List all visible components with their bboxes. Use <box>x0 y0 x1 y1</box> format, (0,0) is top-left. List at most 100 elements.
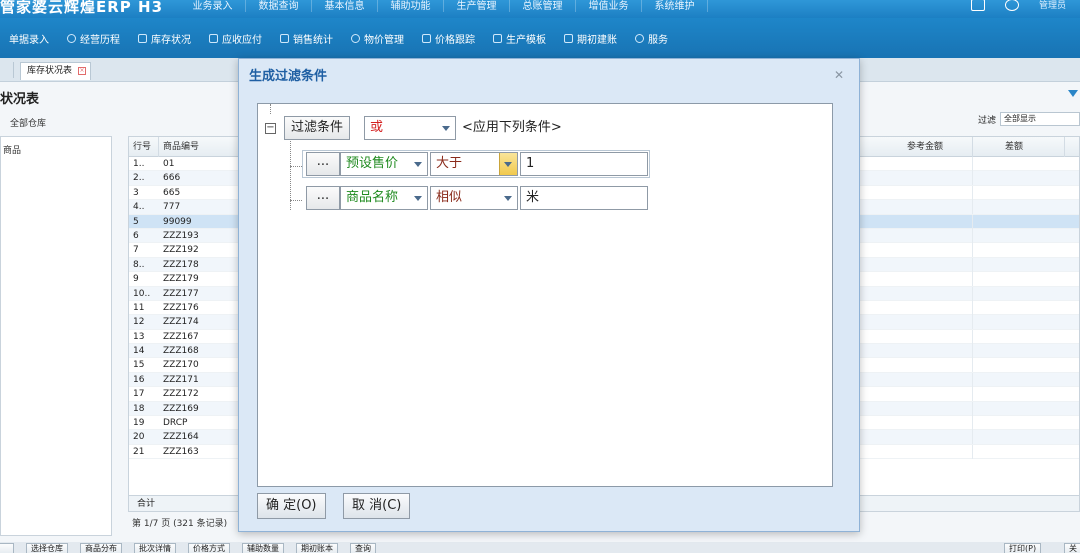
collapse-icon[interactable]: − <box>265 123 276 134</box>
cell-divider <box>973 215 1079 229</box>
toolbar-price-track[interactable]: 价格跟踪 <box>413 18 484 58</box>
cell-divider <box>861 200 973 215</box>
cell-product-code: ZZZ169 <box>163 403 199 414</box>
chevron-down-icon <box>504 196 512 201</box>
toolbar-label: 库存状况 <box>151 34 191 46</box>
topnav-item[interactable]: 数据查询 <box>246 0 312 12</box>
ledger-icon <box>209 33 218 43</box>
toolbar-sales-stats[interactable]: 销售统计 <box>271 18 342 58</box>
ok-button[interactable]: 确 定(O) <box>257 493 326 519</box>
cell-divider <box>973 330 1079 344</box>
cell-divider <box>973 272 1079 286</box>
close-button[interactable]: 关 <box>1064 543 1080 553</box>
bottom-button[interactable]: 辅助数量 <box>242 543 284 553</box>
topnav-item[interactable]: 基本信息 <box>312 0 378 12</box>
tree-line <box>290 200 302 201</box>
tab-stock-report[interactable]: 库存状况表 × <box>20 62 92 80</box>
tree-line <box>290 166 302 167</box>
price-icon <box>351 33 360 43</box>
topnav-item[interactable]: 生产管理 <box>444 0 510 12</box>
operator-select[interactable]: 相似 <box>430 186 518 210</box>
condition-more-button[interactable]: ... <box>306 186 340 210</box>
cell-row-no: 8.. <box>133 259 145 270</box>
topnav-item[interactable]: 增值业务 <box>576 0 642 12</box>
value-input[interactable]: 1 <box>520 152 648 176</box>
cell-row-no: 14 <box>133 346 145 357</box>
dropdown-button[interactable] <box>499 153 517 175</box>
field-select[interactable]: 商品名称 <box>340 186 428 210</box>
root-condition-label[interactable]: 过滤条件 <box>284 116 351 140</box>
bottom-button[interactable]: 选择仓库 <box>26 543 68 553</box>
col-difference[interactable]: 差额 <box>973 137 1065 157</box>
chevron-down-icon <box>442 126 450 131</box>
user-icon[interactable] <box>1004 0 1019 11</box>
cell-product-code: ZZZ170 <box>163 360 199 371</box>
cell-row-no: 11 <box>133 302 145 313</box>
close-icon[interactable]: × <box>78 67 87 75</box>
message-icon[interactable] <box>970 0 985 11</box>
toolbar-service[interactable]: 服务 <box>626 18 677 58</box>
chevron-down-icon <box>414 196 422 201</box>
cell-divider <box>861 272 973 287</box>
cell-divider <box>861 286 973 301</box>
cell-row-no: 3 <box>133 187 139 198</box>
box-icon <box>138 33 147 43</box>
cell-divider <box>973 171 1079 185</box>
toolbar-price-mgmt[interactable]: 物价管理 <box>342 18 413 58</box>
tab-previous[interactable] <box>0 62 14 78</box>
toolbar-label: 销售统计 <box>293 34 333 46</box>
toolbar-stock[interactable]: 库存状况 <box>129 18 200 58</box>
topnav-item[interactable]: 辅助功能 <box>378 0 444 12</box>
cell-product-code: ZZZ164 <box>163 432 199 443</box>
cell-divider <box>861 387 973 402</box>
bottom-button[interactable]: 批次详情 <box>134 543 176 553</box>
bottom-button[interactable]: 价格方式 <box>188 543 230 553</box>
toolbar-label: 物价管理 <box>364 34 404 46</box>
toolbar-history[interactable]: 经营历程 <box>58 18 129 58</box>
cell-row-no: 5 <box>133 216 139 227</box>
warehouse-filter[interactable]: 全部仓库 <box>10 116 46 129</box>
toolbar-label: 生产模板 <box>506 34 546 46</box>
cell-product-code: ZZZ163 <box>163 446 199 457</box>
cell-divider <box>973 416 1079 430</box>
filter-funnel-icon[interactable] <box>1068 90 1078 97</box>
logic-select[interactable]: 或 <box>364 116 456 140</box>
cell-divider <box>861 300 973 315</box>
operator-select[interactable]: 大于 <box>430 152 518 176</box>
topnav-item[interactable]: 总账管理 <box>510 0 576 12</box>
topnav-item[interactable]: 系统维护 <box>642 0 708 12</box>
condition-more-button[interactable]: ... <box>306 152 340 176</box>
value-input[interactable]: 米 <box>520 186 648 210</box>
toolbar-receivables[interactable]: 应收应付 <box>200 18 271 58</box>
toolbar-label: 经营历程 <box>80 34 120 46</box>
bottom-button[interactable] <box>0 543 14 553</box>
print-button[interactable]: 打印(P) <box>1004 543 1042 553</box>
cell-product-code: ZZZ171 <box>163 374 199 385</box>
cell-product-code: 01 <box>163 159 175 169</box>
bottom-button[interactable]: 商品分布 <box>80 543 122 553</box>
close-icon[interactable]: ✕ <box>833 69 845 81</box>
cell-row-no: 19 <box>133 418 145 429</box>
toolbar-production-template[interactable]: 生产模板 <box>484 18 555 58</box>
user-name[interactable]: 管理员 <box>1039 0 1066 11</box>
track-icon <box>422 33 431 43</box>
toolbar-label: 单据录入 <box>9 34 49 46</box>
col-product-code[interactable]: 商品编号 <box>159 137 239 157</box>
toolbar-opening[interactable]: 期初建账 <box>555 18 626 58</box>
cell-row-no: 13 <box>133 331 145 342</box>
toolbar-doc-entry[interactable]: 单据录入 <box>0 18 58 58</box>
cell-divider <box>973 315 1079 329</box>
col-row-no[interactable]: 行号 <box>129 137 159 157</box>
logic-value: 或 <box>370 120 384 135</box>
main-toolbar: 单据录入 经营历程 库存状况 应收应付 销售统计 物价管理 价格跟踪 生产模板 … <box>0 18 1080 58</box>
topnav-item[interactable]: 业务录入 <box>180 0 246 12</box>
cancel-button[interactable]: 取 消(C) <box>343 493 411 519</box>
cell-divider <box>973 287 1079 301</box>
cell-divider <box>973 373 1079 387</box>
filter-select[interactable]: 全部显示 <box>1000 112 1080 126</box>
col-ref-amount[interactable]: 参考金额 <box>861 137 973 157</box>
cell-divider <box>861 257 973 272</box>
bottom-button[interactable]: 查询 <box>350 543 376 553</box>
field-select[interactable]: 预设售价 <box>340 152 428 176</box>
bottom-button[interactable]: 期初账本 <box>296 543 338 553</box>
